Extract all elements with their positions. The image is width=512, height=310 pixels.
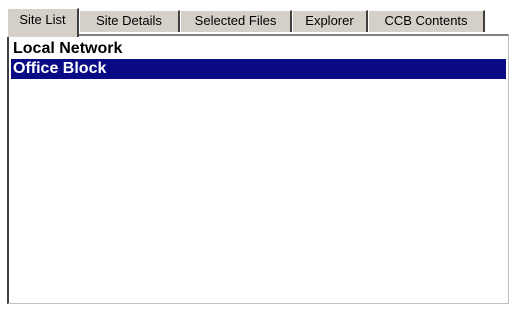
site-list-item-office-block[interactable]: Office Block [11,59,506,79]
tab-selected-files[interactable]: Selected Files [180,10,292,32]
tab-explorer[interactable]: Explorer [292,10,368,32]
site-list[interactable]: Local Network Office Block [11,39,506,79]
tab-site-details[interactable]: Site Details [79,10,180,32]
tab-explorer-label: Explorer [305,13,354,28]
site-list-item-local-network[interactable]: Local Network [11,39,506,59]
tab-strip: Site List Site Details Selected Files Ex… [7,8,487,37]
tab-site-details-label: Site Details [96,13,162,28]
tab-site-list[interactable]: Site List [7,8,79,37]
tab-ccb-contents-label: CCB Contents [384,13,468,28]
site-list-panel[interactable]: Local Network Office Block [7,34,509,304]
tab-site-list-label: Site List [19,12,66,27]
tab-ccb-contents[interactable]: CCB Contents [368,10,485,32]
tab-selected-files-label: Selected Files [194,13,277,28]
